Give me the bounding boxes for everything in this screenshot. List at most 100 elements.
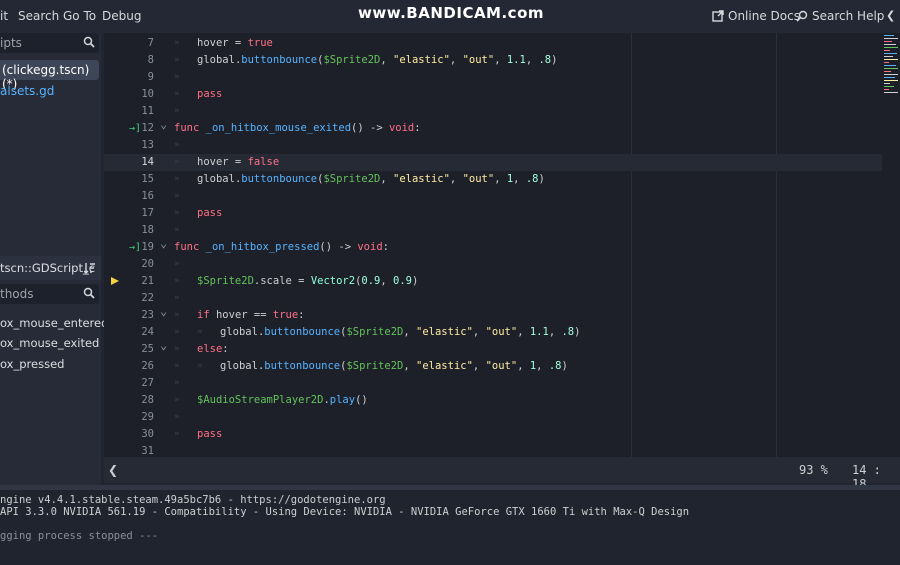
code-line[interactable]: 31 [104,443,882,457]
code-token: : [298,309,305,321]
online-docs-button[interactable]: Online Docs [712,9,800,23]
line-number: 22 [141,292,154,304]
code-line[interactable]: 27 » [104,375,882,392]
code-line[interactable]: 15 » global.buttonbounce($Sprite2D, "elast… [104,171,882,188]
code-token: : [382,241,389,253]
code-editor[interactable]: 7 » hover = true 8 » global.buttonbounce($Spr… [104,33,882,457]
external-link-icon [712,10,724,22]
code-text: pass [197,205,222,222]
search-icon [83,287,95,299]
code-token: "elastic" [393,54,450,66]
code-line[interactable]: 18 » [104,222,882,239]
help-search-icon [796,10,808,22]
zoom-level[interactable]: 93 % [799,463,828,477]
code-line[interactable]: 11 » [104,103,882,120]
line-number: 7 [147,37,154,49]
tab-indent-marker: » [174,344,180,354]
tab-indent-marker: » [174,327,180,337]
code-token: , [449,173,463,185]
code-line[interactable]: 7 » hover = true [104,35,882,52]
script-list-panel: ipts (clickegg.tscn)(*) alsets.gd tscn::… [0,33,108,485]
collapse-panel-button[interactable]: ❮ [886,9,895,22]
code-line[interactable]: 21 » $Sprite2D.scale = Vector2(0.9, 0.9) [104,273,882,290]
code-line[interactable]: 24 » » global.buttonbounce($Sprite2D, "elas… [104,324,882,341]
code-token: global [220,360,258,372]
code-line[interactable]: 25 ⌄ » else: [104,338,882,358]
code-token: .8 [548,360,562,372]
scripts-filter-input[interactable]: ipts [0,33,99,53]
tab-indent-marker: » [174,55,180,65]
script-item-label: alsets.gd [0,84,55,98]
tab-indent-marker: » [174,72,180,82]
code-line[interactable]: 13 » [104,137,882,154]
fold-chevron-icon[interactable]: ⌄ [160,303,167,320]
code-line[interactable]: 26 » » global.buttonbounce($Sprite2D, "elas… [104,358,882,375]
code-token: "out" [485,326,518,338]
line-number: 31 [141,445,154,457]
code-text: if hover == true: [197,307,305,324]
code-line[interactable]: 10 » pass [104,86,882,103]
code-line[interactable]: 16 » [104,188,882,205]
code-line[interactable]: 8 » global.buttonbounce($Sprite2D, "elasti… [104,52,882,69]
method-item-mouse-exited[interactable]: ox_mouse_exited [0,336,99,350]
code-line[interactable]: 22 » [104,290,882,307]
line-number: 10 [141,88,154,100]
code-line[interactable]: 28 » $AudioStreamPlayer2D.play() [104,392,882,409]
tab-indent-marker: » [174,157,180,167]
method-item-pressed[interactable]: ox_pressed [0,357,64,371]
output-line: API 3.3.0 NVIDIA 561.19 - Compatibility … [0,506,690,518]
search-help-button[interactable]: Search Help [796,9,884,23]
code-line[interactable]: 9» [104,69,882,86]
code-token: true [247,37,273,49]
line-number: 19 [141,241,154,253]
navigate-back-button[interactable]: ❮ [108,463,118,477]
code-token: func [174,241,200,253]
line-number: 11 [141,105,154,117]
code-line[interactable]: 23 ⌄ » if hover == true: [104,304,882,324]
code-token: 0.9 [361,275,381,287]
tab-indent-marker: » [197,327,203,337]
menu-edit[interactable]: it [0,9,8,23]
code-line[interactable]: →] 19 ⌄ func _on_hitbox_pressed() -> void: [104,236,882,256]
sort-icon[interactable] [84,262,96,274]
code-minimap[interactable] [882,33,900,457]
fold-chevron-icon[interactable]: ⌄ [160,235,167,252]
tab-indent-marker: » [197,361,203,371]
code-token: "elastic" [393,173,450,185]
code-line[interactable]: 17 » pass [104,205,882,222]
code-text: $Sprite2D.scale = Vector2(0.9, 0.9) [197,273,418,290]
tab-indent-marker: » [174,208,180,218]
script-item-globalsets[interactable]: alsets.gd [0,81,99,101]
line-number: 23 [141,309,154,321]
code-token: if [197,309,210,321]
tab-indent-marker: » [174,395,180,405]
code-token: $AudioStreamPlayer2D [197,394,324,406]
script-item-clickegg[interactable]: (clickegg.tscn)(*) [0,60,99,91]
menu-goto[interactable]: Go To [63,9,96,23]
code-line[interactable]: 30 » pass [104,426,882,443]
line-number: 27 [141,377,154,389]
output-panel: ngine v4.4.1.stable.steam.49a5bc7b6 - ht… [0,490,900,565]
tab-indent-marker: » [174,38,180,48]
online-docs-label: Online Docs [728,9,800,23]
scripts-filter-placeholder: ipts [0,36,22,50]
line-number: 26 [141,360,154,372]
code-line[interactable]: 20 » [104,256,882,273]
code-token: global [220,326,258,338]
methods-filter-input[interactable]: thods [0,284,99,304]
code-token: $Sprite2D [197,275,254,287]
code-line[interactable]: →] 12 ⌄ func _on_hitbox_mouse_exited() -> v… [104,117,882,137]
menu-debug[interactable]: Debug [102,9,141,23]
code-token: else [197,343,223,355]
fold-chevron-icon[interactable]: ⌄ [160,116,167,133]
method-item-mouse-entered[interactable]: ox_mouse_entered [0,316,108,330]
code-token: global [197,54,235,66]
line-number: 20 [141,258,154,270]
code-token: , [449,54,463,66]
menu-search[interactable]: Search [18,9,59,23]
fold-chevron-icon[interactable]: ⌄ [160,337,167,354]
code-token: _on_hitbox_pressed [205,241,320,253]
code-line[interactable]: 29 » [104,409,882,426]
code-token: , [548,326,562,338]
code-line[interactable]: 14 » hover = false [104,154,882,171]
